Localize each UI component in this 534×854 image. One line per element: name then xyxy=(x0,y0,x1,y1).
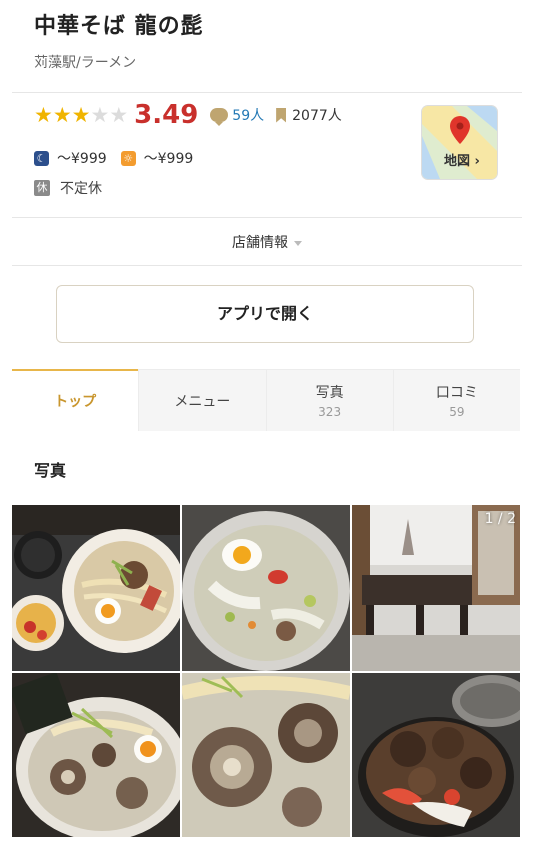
photo-counter: 1 / 2 xyxy=(484,511,516,527)
store-info-toggle[interactable]: 店舗情報 xyxy=(0,232,534,252)
divider xyxy=(12,265,522,266)
tab-count: 323 xyxy=(318,405,342,419)
shop-name: 中華そば 龍の髭 xyxy=(34,14,204,39)
moon-icon: ☾ xyxy=(34,150,49,166)
oxtail-ramen-photo[interactable] xyxy=(12,673,180,837)
tab-top[interactable]: トップ xyxy=(12,369,139,431)
star-icon: ★ xyxy=(52,102,72,127)
lunch-price: ～¥999 xyxy=(143,151,194,167)
photo-grid: 1 / 2 xyxy=(12,505,520,837)
tab-reviews[interactable]: 口コミ 59 xyxy=(392,370,520,431)
tab-count: 59 xyxy=(449,405,465,419)
divider xyxy=(12,92,522,93)
star-icon: ★ xyxy=(34,102,53,127)
star-icon: ★ xyxy=(71,102,91,127)
oxtail-closeup-photo[interactable] xyxy=(182,673,350,837)
price-row: ☾ ～¥999 ☼ ～¥999 xyxy=(34,148,193,168)
star-empty-icon: ★ xyxy=(90,102,110,127)
store-info-label: 店舗情報 xyxy=(232,235,288,251)
rating-stars: ★ ★ ★ ★ ★ xyxy=(34,102,129,127)
bookmark-icon xyxy=(276,107,287,123)
chevron-down-icon xyxy=(294,240,302,246)
comment-icon xyxy=(210,108,229,126)
bookmark-count: 2077人 xyxy=(292,108,342,124)
holiday-row: 休 不定休 xyxy=(34,178,102,198)
map-label: 地図 › xyxy=(444,154,480,169)
tab-menu[interactable]: メニュー xyxy=(138,370,265,431)
tab-bar: トップ メニュー 写真 323 口コミ 59 xyxy=(12,369,520,431)
holiday-text: 不定休 xyxy=(60,181,102,197)
star-empty-icon: ★ xyxy=(109,102,129,127)
sun-icon: ☼ xyxy=(120,150,136,166)
oxtail-rice-bowl-photo[interactable] xyxy=(352,673,520,837)
map-button[interactable]: 地図 › xyxy=(422,106,497,179)
tab-label: トップ xyxy=(54,394,97,410)
holiday-badge: 休 xyxy=(34,180,50,196)
dinner-price: ～¥999 xyxy=(57,151,107,167)
divider xyxy=(12,217,522,218)
station-genre: 苅藻駅/ラーメン xyxy=(34,55,137,71)
shop-interior-photo[interactable]: 1 / 2 xyxy=(352,505,520,671)
open-app-button[interactable]: アプリで開く xyxy=(56,285,474,343)
review-count-link[interactable]: 59人 xyxy=(232,105,264,125)
ramen-set-photo[interactable] xyxy=(12,505,180,671)
tab-photos[interactable]: 写真 323 xyxy=(265,370,393,431)
rating-row: ★ ★ ★ ★ ★ 3.49 59人 2077人 xyxy=(34,100,342,130)
clear-soup-ramen-photo[interactable] xyxy=(182,505,350,671)
tab-label: メニュー xyxy=(174,393,231,410)
rating-score: 3.49 xyxy=(134,100,199,130)
tab-label: 写真 xyxy=(315,385,344,401)
photos-section-title: 写真 xyxy=(34,461,67,480)
tab-label: 口コミ xyxy=(435,385,478,401)
